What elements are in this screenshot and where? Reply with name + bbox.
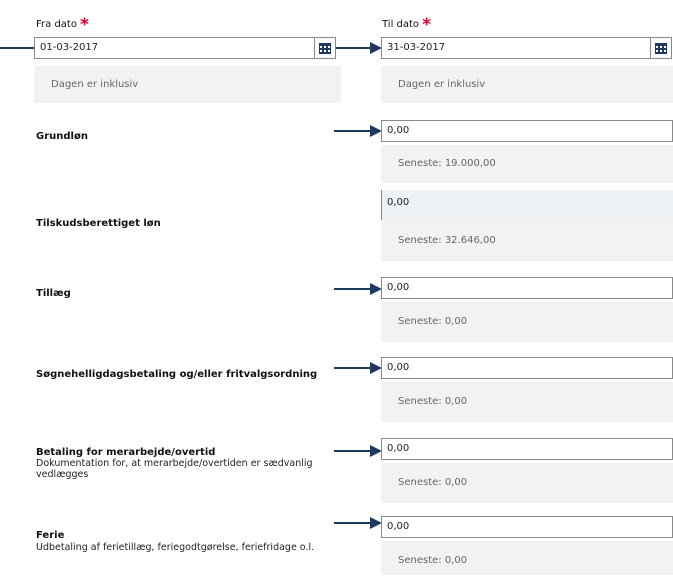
tillaeg-hint: Seneste: 0,00 — [381, 302, 673, 342]
row-label-tilskudsberettiget: Tilskudsberettiget løn — [36, 218, 161, 229]
arrow-icon — [334, 42, 382, 54]
calendar-icon[interactable] — [650, 37, 672, 59]
row-label-ferie: Ferie — [36, 530, 65, 541]
arrow-icon — [334, 445, 382, 457]
to-date-hint: Dagen er inklusiv — [381, 66, 673, 103]
soegnehelligdag-hint: Seneste: 0,00 — [381, 382, 673, 422]
merarbejde-hint: Seneste: 0,00 — [381, 463, 673, 503]
arrow-icon — [334, 125, 382, 137]
ferie-input[interactable]: 0,00 — [381, 516, 673, 538]
merarbejde-input[interactable]: 0,00 — [381, 438, 673, 460]
from-date-label: Fra dato — [36, 19, 77, 30]
row-label-tillaeg: Tillæg — [36, 288, 71, 299]
tilskudsberettiget-value: 0,00 — [381, 190, 673, 220]
tillaeg-input[interactable]: 0,00 — [381, 277, 673, 299]
calendar-icon[interactable] — [314, 37, 336, 59]
from-date-input[interactable]: 01-03-2017 — [34, 37, 315, 59]
row-sublabel-merarbejde: Dokumentation for, at merarbejde/overtid… — [36, 458, 313, 480]
soegnehelligdag-input[interactable]: 0,00 — [381, 357, 673, 379]
to-date-input[interactable]: 31-03-2017 — [381, 37, 651, 59]
grundloen-hint: Seneste: 19.000,00 — [381, 145, 673, 183]
grundloen-input[interactable]: 0,00 — [381, 120, 673, 142]
ferie-hint: Seneste: 0,00 — [381, 541, 673, 575]
tilskudsberettiget-hint: Seneste: 32.646,00 — [381, 220, 673, 261]
from-date-hint: Dagen er inklusiv — [34, 66, 341, 103]
to-date-label-wrap: Til dato * — [382, 12, 431, 35]
to-date-label: Til dato — [382, 19, 420, 30]
row-label-grundloen: Grundløn — [36, 131, 88, 142]
row-label-soegnehelligdag: Søgnehelligdagsbetaling og/eller fritval… — [36, 369, 318, 380]
row-label-merarbejde: Betaling for merarbejde/overtid — [36, 447, 216, 458]
arrow-icon — [334, 517, 382, 529]
arrow-icon — [334, 283, 382, 295]
row-sublabel-ferie: Udbetaling af ferietillæg, feriegodtgøre… — [36, 542, 315, 553]
required-mark: * — [422, 15, 431, 35]
from-date-label-wrap: Fra dato * — [36, 12, 89, 35]
arrow-icon — [334, 362, 382, 374]
required-mark: * — [79, 15, 89, 35]
